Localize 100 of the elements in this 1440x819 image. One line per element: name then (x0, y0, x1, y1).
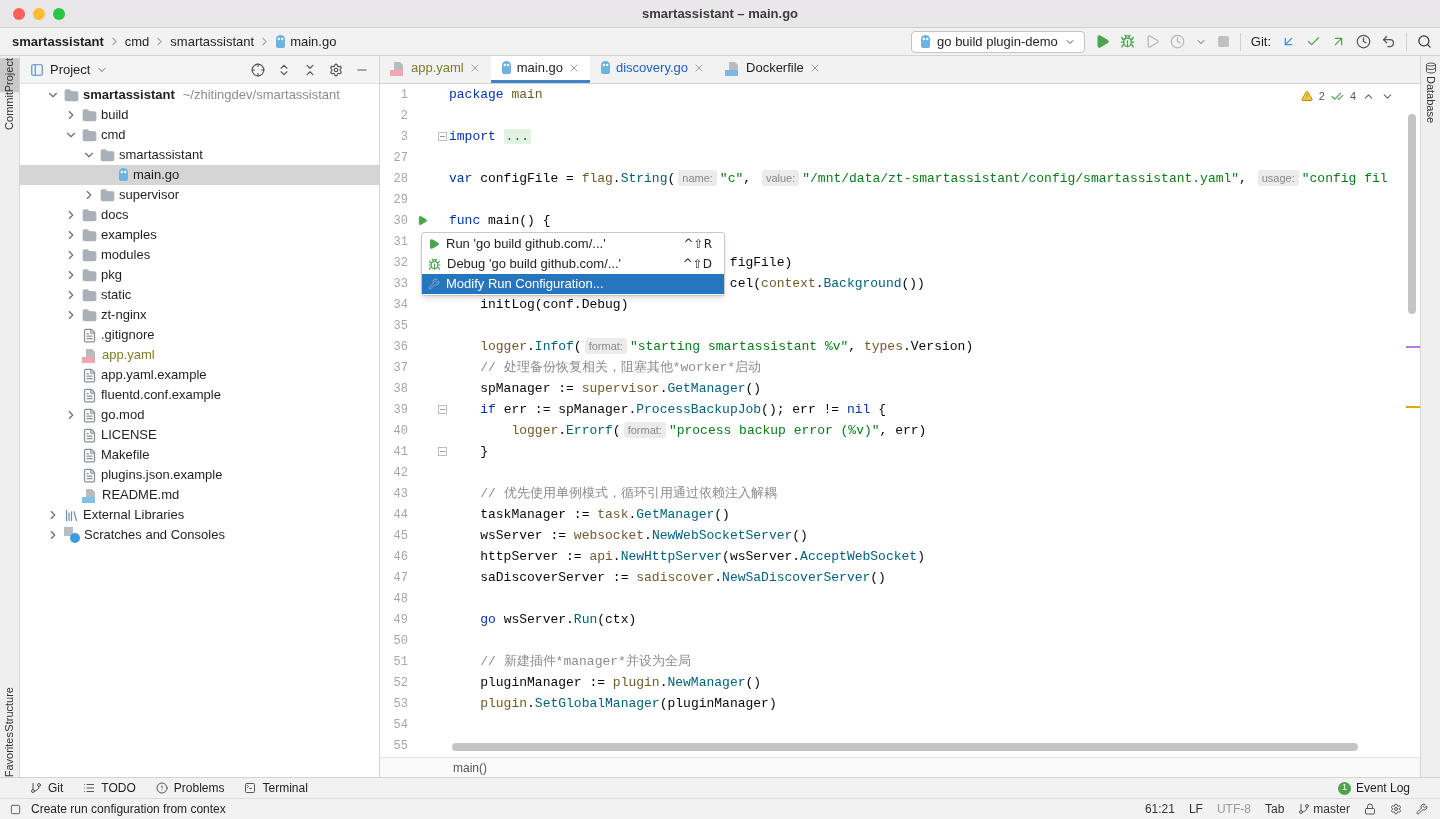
tree-item[interactable]: go.mod (20, 405, 379, 425)
folder-icon (64, 87, 79, 103)
settings-icon[interactable] (329, 62, 343, 77)
breadcrumb-item[interactable]: smartassistant (12, 31, 104, 52)
menu-item[interactable]: Modify Run Configuration... (422, 274, 724, 294)
line-number: 3 (399, 128, 408, 146)
tree-item[interactable]: fluentd.conf.example (20, 385, 379, 405)
tree-item[interactable]: examples (20, 225, 379, 245)
line-number: 48 (392, 590, 408, 608)
tree-item[interactable]: docs (20, 205, 379, 225)
tree-item[interactable]: main.go (20, 165, 379, 185)
tree-item[interactable]: Scratches and Consoles (20, 525, 379, 545)
close-tab-icon[interactable] (568, 62, 580, 74)
code-line: // 新建插件*manager*并设为全局 (480, 652, 691, 671)
locate-icon[interactable] (251, 62, 265, 77)
code-line: logger.Infof( format: "starting smartassistant %v", types.Version) (480, 336, 974, 356)
menu-item[interactable]: Debug 'go build github.com/...' ^⇧D (422, 254, 724, 274)
wrench-icon[interactable] (1416, 803, 1428, 815)
panel-title[interactable]: Project (50, 59, 91, 80)
tree-item[interactable]: app.yaml (20, 345, 379, 365)
scratches-icon (64, 527, 80, 543)
tool-window-tab[interactable]: Commit (0, 92, 19, 131)
close-tab-icon[interactable] (693, 62, 705, 74)
tree-item[interactable]: cmd (20, 125, 379, 145)
code-line: plugin.SetGlobalManager(pluginManager) (480, 694, 777, 713)
horizontal-scrollbar-thumb[interactable] (452, 743, 1358, 751)
tool-window-button[interactable]: Problems (155, 779, 225, 797)
tree-item[interactable]: static (20, 285, 379, 305)
file-icon (82, 367, 97, 383)
fold-icon[interactable] (438, 132, 447, 141)
tree-item[interactable]: smartassistant (20, 145, 379, 165)
run-icon[interactable] (417, 215, 428, 226)
tool-window-tab[interactable]: Project (0, 58, 19, 93)
gopher-icon (500, 61, 512, 75)
tool-window-tab[interactable]: Favorites (0, 731, 19, 777)
status-item[interactable]: Tab (1264, 800, 1285, 818)
tree-item[interactable]: app.yaml.example (20, 365, 379, 385)
tree-item[interactable]: plugins.json.example (20, 465, 379, 485)
tree-item[interactable]: modules (20, 245, 379, 265)
breadcrumb-item[interactable]: main.go (290, 31, 337, 52)
line-number: 30 (392, 212, 408, 230)
tool-window-tab[interactable]: Database (1418, 76, 1440, 124)
event-log-button[interactable]: 1 Event Log (1337, 779, 1410, 797)
status-item[interactable]: 61:21 (1144, 800, 1175, 818)
tool-window-tab[interactable]: Structure (0, 687, 19, 732)
settings-icon[interactable] (1390, 803, 1402, 815)
fold-icon[interactable] (438, 447, 447, 456)
tree-item[interactable]: README.md (20, 485, 379, 505)
weak-warning-count: 4 (1349, 89, 1356, 104)
window-icon[interactable] (10, 803, 21, 815)
search-icon[interactable] (1417, 34, 1432, 49)
branch-icon (30, 782, 42, 794)
editor-tab[interactable]: discovery.go (590, 56, 715, 83)
tree-item[interactable]: Makefile (20, 445, 379, 465)
code-line: import ... (449, 126, 531, 147)
history-icon[interactable] (1356, 34, 1371, 49)
fold-icon[interactable] (438, 405, 447, 414)
close-window-button[interactable] (13, 7, 25, 20)
code-breadcrumb[interactable]: main() (453, 758, 487, 777)
scrollbar-thumb[interactable] (1408, 114, 1416, 314)
status-item[interactable]: LF (1188, 800, 1203, 818)
line-number: 42 (392, 464, 408, 482)
breadcrumb-item[interactable]: cmd (124, 31, 150, 52)
terminal-icon (244, 782, 257, 794)
line-number: 1 (399, 86, 408, 104)
warning-icon[interactable] (1300, 90, 1313, 103)
lock-icon[interactable] (1364, 803, 1376, 815)
list-icon (83, 782, 96, 794)
tree-item[interactable]: External Libraries (20, 505, 379, 525)
file-icon (82, 407, 97, 423)
line-number: 44 (392, 506, 408, 524)
menu-item[interactable]: Run 'go build github.com/...' ^⇧R (422, 234, 724, 254)
editor-tab[interactable]: Dockerfile (715, 56, 831, 83)
tree-item[interactable]: smartassistant ~/zhitingdev/smartassistant (20, 85, 379, 105)
change-marker (1406, 346, 1420, 348)
tree-item[interactable]: .gitignore (20, 325, 379, 345)
line-number: 35 (392, 317, 408, 335)
code-line: package main (449, 85, 543, 104)
tool-window-button[interactable]: Git (30, 779, 64, 797)
collapse-all-icon[interactable] (303, 62, 317, 77)
tool-window-button[interactable]: Terminal (244, 779, 308, 797)
code-line: pluginManager := plugin.NewManager() (480, 673, 762, 692)
line-number: 33 (392, 275, 408, 293)
tree-item[interactable]: LICENSE (20, 425, 379, 445)
undo-icon[interactable] (1381, 34, 1396, 49)
tree-item[interactable]: pkg (20, 265, 379, 285)
tree-item[interactable]: build (20, 105, 379, 125)
status-item[interactable]: master (1298, 800, 1350, 818)
code-line: var configFile = flag.String( name: "c", value: "/mnt/data/zt-smartassistant/config/smartassistant.yaml", usage: "config fil (449, 168, 1388, 188)
editor-tab[interactable]: app.yaml (380, 56, 491, 83)
code-line: // 处理备份恢复相关，阻塞其他*worker*启动 (480, 358, 762, 377)
editor-tab[interactable]: main.go (490, 56, 590, 83)
debug-icon[interactable] (1119, 34, 1135, 49)
folder-icon (82, 227, 97, 243)
tree-item[interactable]: supervisor (20, 185, 379, 205)
tree-item[interactable]: zt-nginx (20, 305, 379, 325)
run-configuration-dropdown[interactable]: go build plugin-demo (911, 30, 1085, 53)
breadcrumb-item[interactable]: smartassistant (170, 31, 255, 52)
run-icon[interactable] (1094, 34, 1110, 49)
tool-window-button[interactable]: TODO (83, 779, 136, 797)
